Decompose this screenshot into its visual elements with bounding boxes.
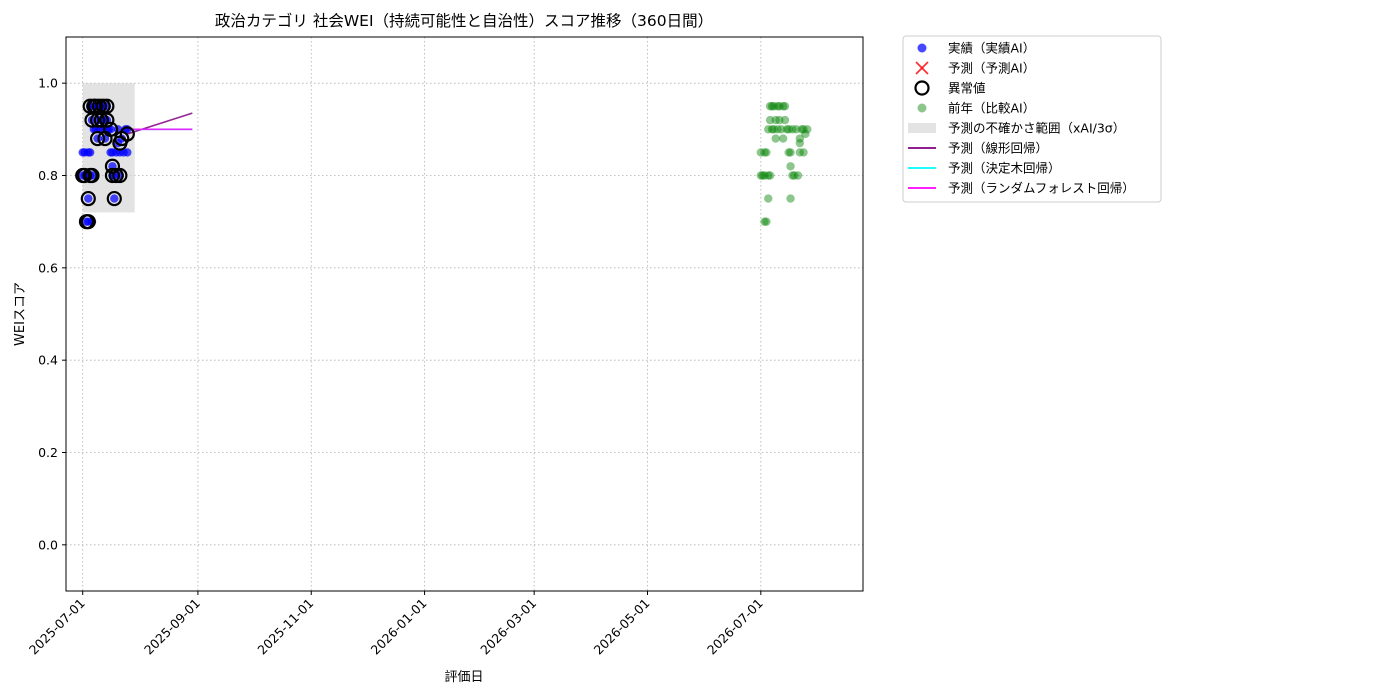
x-tick-label: 2025-07-01: [26, 596, 88, 658]
legend-label-band: 予測の不確かさ範囲（xAI/3σ）: [948, 121, 1125, 136]
actual-point: [123, 148, 132, 157]
legend-label-anomaly: 異常値: [948, 81, 986, 96]
x-tick-label: 2026-05-01: [591, 596, 653, 658]
x-tick-label: 2026-01-01: [368, 596, 430, 658]
legend-label-linear: 予測（線形回帰）: [948, 141, 1048, 156]
chart: 政治カテゴリ 社会WEI（持続可能性と自治性）スコア推移（360日間） 0.00…: [13, 11, 1162, 685]
actual-point: [84, 194, 93, 203]
y-tick-label: 0.4: [38, 353, 58, 368]
previous-year-point: [786, 148, 795, 157]
previous-year-point: [762, 148, 771, 157]
previous-year-point: [762, 217, 771, 226]
y-axis-label: WEIスコア: [13, 282, 28, 346]
y-tick-label: 0.0: [38, 537, 58, 552]
legend-label-predicted: 予測（予測AI）: [948, 61, 1035, 76]
previous-year-point: [764, 194, 773, 203]
legend-marker-previous-year: [917, 103, 927, 113]
y-tick-label: 0.6: [38, 260, 58, 275]
y-tick-label: 0.2: [38, 445, 58, 460]
previous-year-point: [765, 171, 775, 180]
previous-year-point: [793, 171, 803, 180]
actual-point: [85, 148, 95, 157]
legend-label-tree: 予測（決定木回帰）: [948, 161, 1061, 176]
x-axis: 2025-07-01 2025-09-01 2025-11-01 2026-01-01…: [26, 591, 766, 657]
x-tick-label: 2025-11-01: [254, 596, 316, 658]
previous-year-point: [771, 134, 780, 143]
legend-label-forest: 予測（ランダムフォレスト回帰）: [948, 181, 1135, 196]
legend: 実績（実績AI） 予測（予測AI） 異常値前年（比較AI） 予測の不確かさ範囲（xAI…: [902, 35, 1162, 203]
legend-label-actual: 実績（実績AI）: [948, 41, 1035, 56]
legend-label-previous_year: 前年（比較AI）: [948, 101, 1035, 116]
x-tick-label: 2026-03-01: [477, 596, 539, 658]
x-tick-label: 2026-07-01: [704, 596, 766, 658]
x-tick-label: 2025-09-01: [141, 596, 203, 658]
legend-marker-band: [908, 123, 936, 133]
previous-year-point: [786, 194, 795, 203]
x-axis-label: 評価日: [444, 670, 483, 685]
previous-year-point: [780, 102, 790, 111]
previous-year-point: [799, 148, 808, 157]
previous-year-point: [778, 134, 788, 143]
plot-area: [66, 37, 863, 591]
y-tick-label: 1.0: [38, 76, 58, 91]
legend-marker-actual: [917, 43, 927, 53]
previous-year-point: [786, 162, 795, 171]
y-tick-label: 0.8: [38, 168, 58, 183]
actual-point: [110, 194, 119, 203]
previous-year-point: [803, 125, 812, 134]
previous-year-point: [780, 115, 790, 125]
chart-title: 政治カテゴリ 社会WEI（持続可能性と自治性）スコア推移（360日間）: [215, 11, 713, 30]
y-axis: 0.0 0.2 0.4 0.6 0.8 1.0: [38, 76, 66, 552]
